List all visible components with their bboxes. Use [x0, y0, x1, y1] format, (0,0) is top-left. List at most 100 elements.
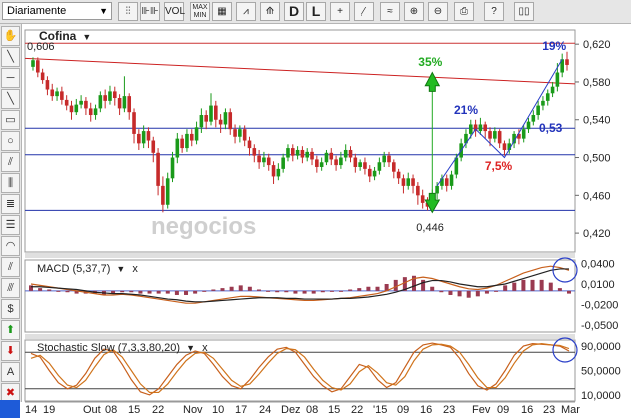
y-tick-label: 0,460 [583, 190, 611, 202]
toolbar-button-compare[interactable]: ⟰ [260, 2, 280, 21]
chevron-down-icon: ▼ [82, 32, 91, 42]
toolbar-button-crosshair[interactable]: + [330, 2, 350, 21]
book-icon: ▯▯ [518, 6, 530, 17]
y-tick-label: 0,500 [583, 153, 611, 165]
macd-histogram-bar [494, 290, 499, 292]
crosshair-icon: + [337, 6, 343, 17]
toolbar-button-vol[interactable]: VOL [164, 2, 185, 21]
y-tick-label: 0,580 [583, 77, 611, 89]
sell-arrow-tool-icon[interactable]: ⬇ [1, 341, 20, 361]
horizontal-line-tool-icon[interactable]: ─ [1, 68, 20, 88]
macd-histogram-bar [247, 286, 252, 291]
parallel-lines-tool-icon[interactable]: ⫽ [1, 257, 20, 277]
x-tick-label: 16 [521, 404, 533, 416]
candle-body [286, 148, 290, 158]
candle-body [396, 171, 401, 179]
toolbar-button-cursor[interactable]: ⁄̣ [354, 2, 374, 21]
x-tick-label: 09 [397, 404, 409, 416]
macd-histogram-bar [484, 290, 489, 294]
toolbar-button-help[interactable]: ? [484, 2, 504, 21]
candle-body [334, 159, 338, 166]
toolbar-button-log[interactable]: L [306, 2, 326, 21]
dollar-tool-icon[interactable]: $ [1, 299, 20, 319]
toolbar-button-print[interactable]: ⎙ [454, 2, 474, 21]
candle-body [411, 178, 415, 186]
macd-histogram-bar [275, 290, 280, 293]
arc-tool-icon[interactable]: ◠ [1, 236, 20, 256]
speed-lines-tool-icon[interactable]: ⫻ [1, 278, 20, 298]
macd-histogram-bar [193, 290, 198, 294]
candle-body [252, 148, 257, 156]
macd-histogram-bar [266, 290, 271, 292]
macd-histogram-bar [329, 290, 334, 292]
buy-arrow-tool-icon[interactable]: ⬆ [1, 320, 20, 340]
candle-body [488, 131, 492, 139]
macd-histogram-bar [302, 290, 307, 294]
candle-body [281, 157, 285, 169]
macd-histogram-bar [439, 290, 444, 293]
text-tool-icon[interactable]: A [1, 362, 20, 382]
corner-color-swatch[interactable] [0, 400, 20, 418]
candle-body [526, 121, 531, 130]
macd-histogram-bar [147, 290, 152, 294]
x-tick-label: 15 [128, 404, 140, 416]
candle-body [194, 127, 199, 141]
candle-body [117, 98, 122, 109]
macd-histogram-bar [457, 290, 462, 297]
macd-histogram-bar [311, 290, 316, 294]
fibonacci-fan-tool-icon[interactable]: ⫼ [1, 173, 20, 193]
stock-chart[interactable]: negocios35%21%19%0,537,5%Cofina ▼0,6060,4… [23, 24, 631, 418]
candle-body [353, 157, 358, 167]
macd-histogram-bar [229, 286, 234, 291]
chart-annotation: 35% [418, 55, 442, 69]
candle-body [242, 129, 247, 141]
toolbar-button-zoom-out[interactable]: ⊖ [428, 2, 448, 21]
macd-histogram-bar [211, 289, 216, 291]
candle-body [343, 149, 348, 158]
macd-histogram-bar [503, 285, 508, 291]
toolbar-button-grid[interactable]: ▦ [212, 2, 232, 21]
candle-body [382, 155, 386, 163]
drawing-tools-sidebar: ✋ ╲ ─ ╲ ▭ ○ ⫽ ⫼ ≣ ☰ ◠ ⫽ ⫻ $ ⬆ ⬇ A ✖ [0, 24, 22, 403]
toolbar-button-zoom-in[interactable]: ⊕ [404, 2, 424, 21]
fibonacci-lines-tool-icon[interactable]: ☰ [1, 215, 20, 235]
panel-splitter [25, 334, 575, 339]
circle-tool-icon[interactable]: ○ [1, 131, 20, 151]
channel-tool-icon[interactable]: ⫽ [1, 152, 20, 172]
candle-body [108, 91, 112, 101]
candle-body [416, 185, 420, 196]
y-tick-label: 90,0000 [581, 341, 621, 353]
toolbar-button-smooth[interactable]: ≈ [380, 2, 400, 21]
line-tool-icon[interactable]: ╲ [1, 47, 20, 67]
period-select[interactable]: Diariamente ▼ [2, 2, 112, 20]
rectangle-tool-icon[interactable]: ▭ [1, 110, 20, 130]
macd-histogram-bar [174, 290, 179, 295]
x-tick-label: 08 [105, 404, 117, 416]
toolbar-button-book[interactable]: ▯▯ [514, 2, 534, 21]
diagonal-line-tool-icon[interactable]: ╲ [1, 89, 20, 109]
candle-body [156, 152, 160, 186]
candle-body [233, 129, 237, 137]
candle-body [84, 100, 88, 109]
fibonacci-retracement-tool-icon[interactable]: ≣ [1, 194, 20, 214]
candle-body [276, 168, 281, 177]
toolbar-button-max-min[interactable]: MAX MIN [190, 2, 210, 21]
candle-body [214, 105, 218, 120]
candle-body [305, 151, 310, 158]
candle-body [132, 112, 136, 134]
macd-histogram-bar [557, 288, 562, 291]
candle-body [550, 86, 555, 94]
candle-body [531, 115, 536, 122]
macd-histogram-bar [202, 290, 207, 292]
hand-tool-icon[interactable]: ✋ [1, 26, 20, 46]
bar-chart-icon: ⫶⫶ [125, 6, 131, 17]
toolbar-button-candles[interactable]: ⊪⊪ [140, 2, 160, 21]
macd-histogram-bar [220, 288, 225, 291]
toolbar-button-indicators[interactable]: ⩘ [236, 2, 256, 21]
toolbar-button-daily[interactable]: D [284, 2, 304, 21]
candle-body [79, 100, 83, 105]
y-tick-label: -0,0500 [581, 320, 618, 332]
x-tick-label: Dez [281, 404, 301, 416]
chart-area[interactable]: negocios 35% 21% 19% 0,53 7,5% Cofina ▼ 0,606 0,4… [23, 24, 631, 418]
toolbar-button-chart-type[interactable]: ⫶⫶ [118, 2, 138, 21]
